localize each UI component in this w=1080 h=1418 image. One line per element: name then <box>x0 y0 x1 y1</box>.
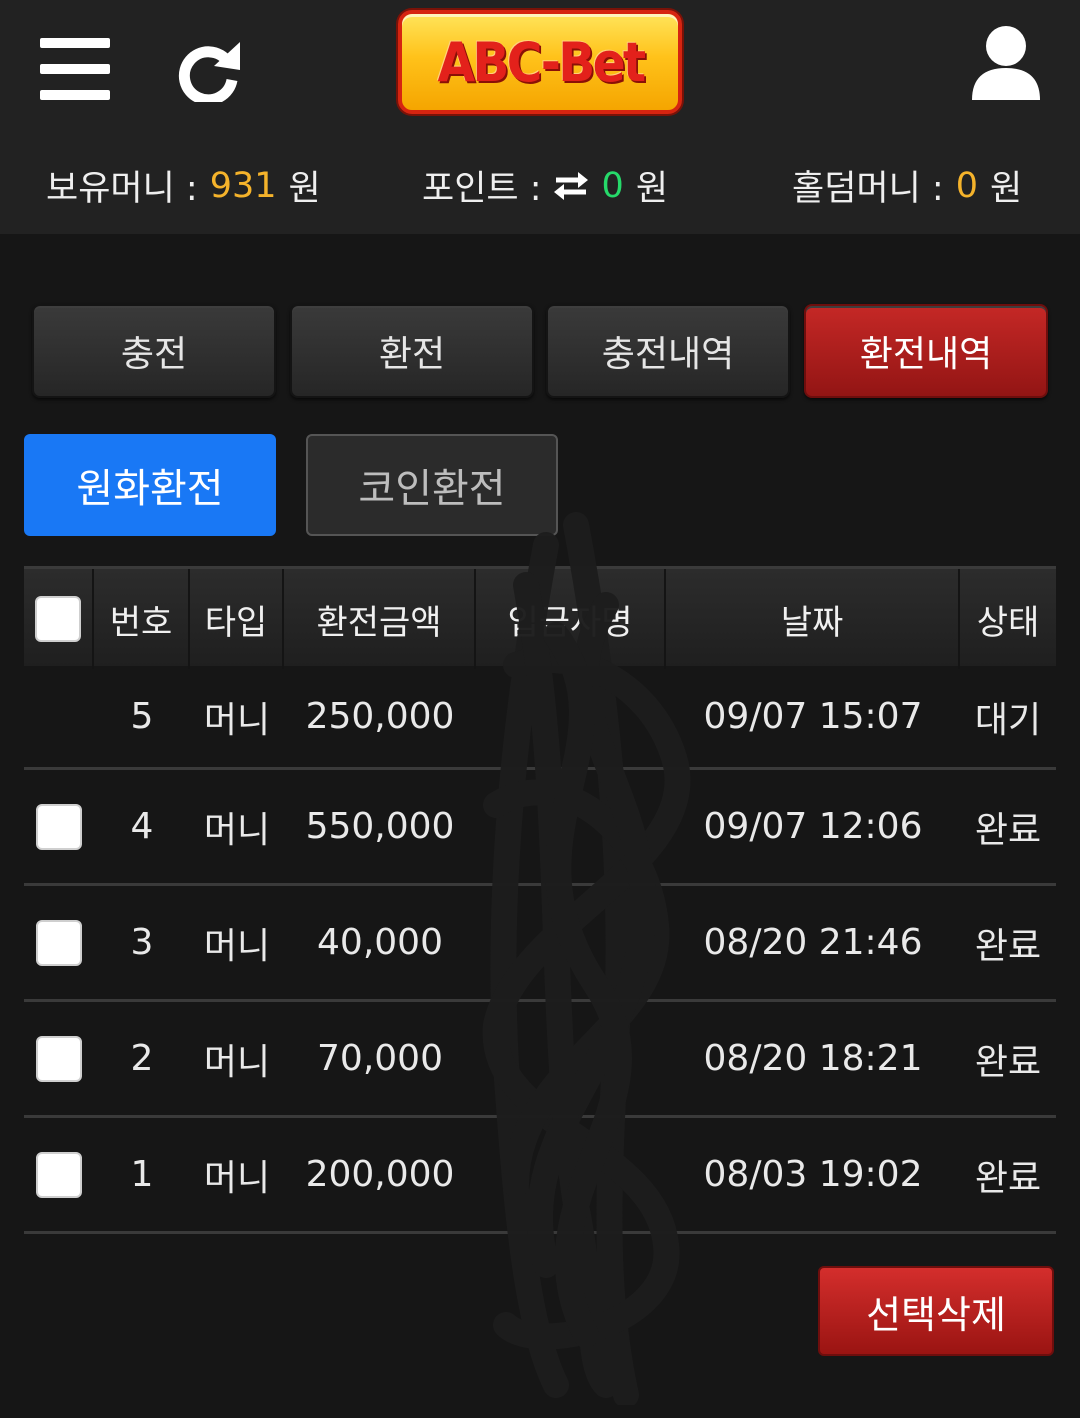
row-depositor <box>476 666 666 767</box>
row-type: 머니 <box>203 809 271 851</box>
money-unit: 원 <box>288 169 321 209</box>
row-checkbox[interactable] <box>36 919 82 966</box>
row-status: 완료 <box>974 1157 1042 1199</box>
row-num: 5 <box>130 696 154 737</box>
header-num: 번호 <box>94 569 190 669</box>
select-all-checkbox[interactable] <box>35 596 81 642</box>
row-status: 완료 <box>974 1041 1042 1083</box>
holdem-label: 홀덤머니 : <box>792 169 944 209</box>
table-row: 3 머니 40,000 08/20 21:46 완료 <box>24 886 1056 1002</box>
row-checkbox-cell <box>24 886 94 999</box>
header-depositor: 입금자명 <box>476 569 666 669</box>
header-date: 날짜 <box>666 569 960 669</box>
row-checkbox-cell <box>24 1002 94 1115</box>
row-depositor <box>476 770 666 883</box>
row-checkbox-cell <box>24 1118 94 1231</box>
row-num: 2 <box>130 1038 154 1079</box>
sub-tabs: 원화환전 코인환전 <box>24 434 564 538</box>
select-all-cell <box>24 569 94 669</box>
row-checkbox[interactable] <box>36 803 82 850</box>
user-icon[interactable] <box>970 24 1042 102</box>
header-amount: 환전금액 <box>284 569 476 669</box>
row-status: 대기 <box>974 699 1042 741</box>
money-balance: 보유머니 : 931 원 <box>46 160 321 211</box>
row-type: 머니 <box>203 1041 271 1083</box>
row-amount: 200,000 <box>305 1154 455 1195</box>
row-date: 08/20 21:46 <box>703 922 923 963</box>
header-status: 상태 <box>976 602 1040 643</box>
holdem-balance: 홀덤머니 : 0 원 <box>792 160 1022 211</box>
row-amount: 40,000 <box>317 922 443 963</box>
row-depositor <box>476 886 666 999</box>
row-status: 완료 <box>974 925 1042 967</box>
brand-logo-text: ABC-Bet <box>437 30 646 94</box>
row-checkbox[interactable] <box>36 1035 82 1082</box>
delete-selected-button[interactable]: 선택삭제 <box>818 1266 1054 1356</box>
refresh-icon[interactable] <box>178 40 242 102</box>
row-num: 1 <box>130 1154 154 1195</box>
holdem-value: 0 <box>955 165 978 206</box>
main-tabs: 충전 환전 충전내역 환전내역 <box>32 304 1048 398</box>
row-num: 3 <box>130 922 154 963</box>
row-num: 4 <box>130 806 154 847</box>
menu-icon[interactable] <box>40 38 110 100</box>
table-row: 4 머니 550,000 09/07 12:06 완료 <box>24 770 1056 886</box>
row-amount: 550,000 <box>305 806 455 847</box>
holdem-unit: 원 <box>990 169 1023 209</box>
header-type: 타입 <box>190 569 284 669</box>
tab-deposit[interactable]: 충전 <box>32 304 276 398</box>
table-row: 1 머니 200,000 08/03 19:02 완료 <box>24 1118 1056 1234</box>
balance-bar: 보유머니 : 931 원 포인트 : 0 원 홀덤머니 : 0 원 <box>0 160 1080 216</box>
row-date: 08/20 18:21 <box>703 1038 923 1079</box>
tab-withdraw[interactable]: 환전 <box>290 304 534 398</box>
row-type: 머니 <box>203 925 271 967</box>
point-value: 0 <box>601 165 624 206</box>
row-amount: 70,000 <box>317 1038 443 1079</box>
row-checkbox-cell <box>24 666 94 767</box>
point-balance: 포인트 : 0 원 <box>422 160 668 211</box>
money-value: 931 <box>209 165 277 206</box>
row-status: 완료 <box>974 809 1042 851</box>
top-header: ABC-Bet 보유머니 : 931 원 포인트 : 0 원 홀덤머니 : 0 … <box>0 0 1080 234</box>
row-depositor <box>476 1002 666 1115</box>
table-row: 2 머니 70,000 08/20 18:21 완료 <box>24 1002 1056 1118</box>
row-amount: 250,000 <box>305 696 455 737</box>
tab-deposit-history[interactable]: 충전내역 <box>546 304 790 398</box>
swap-arrows-icon[interactable] <box>552 171 590 201</box>
row-depositor <box>476 1118 666 1231</box>
subtab-krw-withdraw[interactable]: 원화환전 <box>24 434 276 536</box>
row-checkbox[interactable] <box>36 1151 82 1198</box>
row-checkbox-cell <box>24 770 94 883</box>
money-label: 보유머니 : <box>46 169 198 209</box>
withdraw-history-table: 번호 타입 환전금액 입금자명 날짜 상태 5 머니 250,000 09/07… <box>24 566 1056 1234</box>
row-date: 08/03 19:02 <box>703 1154 923 1195</box>
table-header: 번호 타입 환전금액 입금자명 날짜 상태 <box>24 566 1056 669</box>
tab-withdraw-history[interactable]: 환전내역 <box>804 304 1048 398</box>
row-type: 머니 <box>203 1157 271 1199</box>
brand-logo[interactable]: ABC-Bet <box>398 10 682 114</box>
row-date: 09/07 12:06 <box>703 806 923 847</box>
point-unit: 원 <box>635 169 669 209</box>
row-date: 09/07 15:07 <box>703 696 923 737</box>
subtab-coin-withdraw[interactable]: 코인환전 <box>306 434 558 536</box>
row-type: 머니 <box>203 699 271 741</box>
point-label: 포인트 : <box>422 169 542 209</box>
table-row: 5 머니 250,000 09/07 15:07 대기 <box>24 666 1056 770</box>
